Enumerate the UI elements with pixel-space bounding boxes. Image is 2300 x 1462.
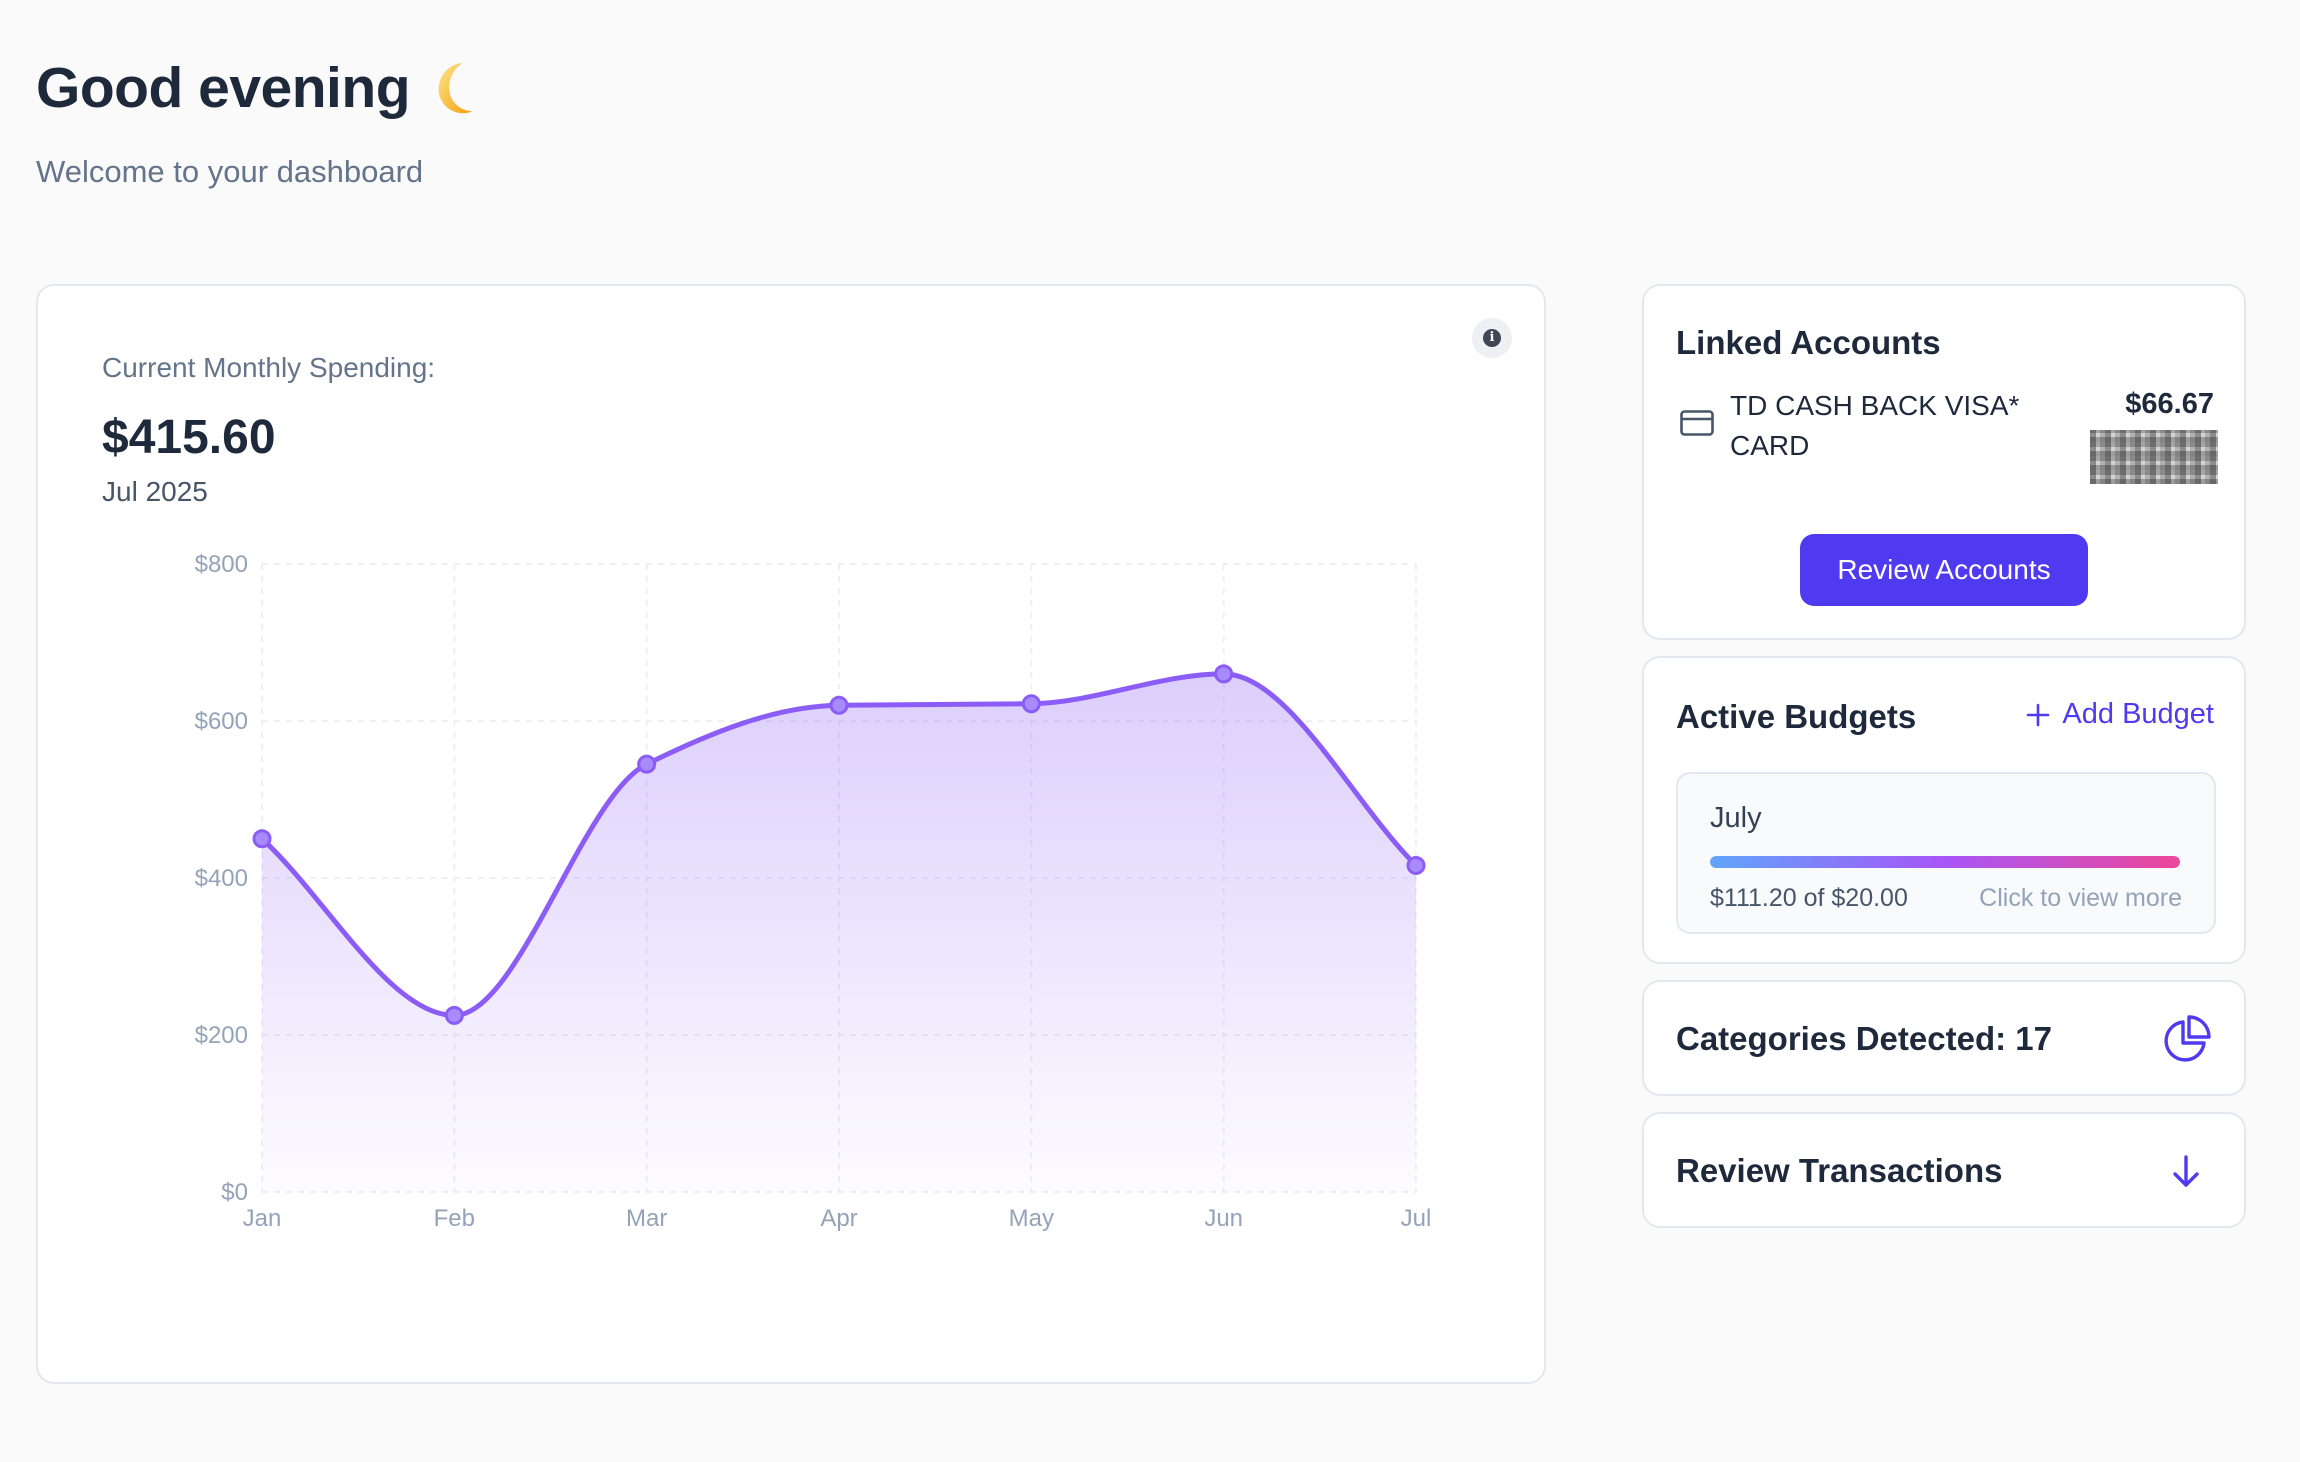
budget-view-more: Click to view more bbox=[1979, 884, 2182, 912]
add-budget-label: Add Budget bbox=[2062, 698, 2214, 730]
data-point[interactable] bbox=[1021, 694, 1041, 714]
y-tick-label: $400 bbox=[195, 865, 248, 892]
data-point[interactable] bbox=[829, 695, 849, 715]
data-point[interactable] bbox=[1406, 855, 1426, 875]
masked-account-number bbox=[2090, 430, 2218, 484]
active-budgets-title: Active Budgets bbox=[1676, 698, 1917, 735]
budget-name: July bbox=[1710, 802, 1762, 834]
dashboard-page: Good evening Welcome to your dashboard i… bbox=[0, 0, 2300, 1462]
credit-card-icon bbox=[1680, 410, 1714, 436]
review-transactions-card[interactable]: Review Transactions bbox=[1642, 1112, 2246, 1228]
x-tick-label: Jan bbox=[243, 1205, 282, 1232]
data-point[interactable] bbox=[444, 1005, 464, 1025]
active-budgets-card: Active Budgets Add Budget July $111.20 o… bbox=[1642, 656, 2246, 964]
plus-icon bbox=[2027, 703, 2050, 726]
linked-accounts-card: Linked Accounts TD CASH BACK VISA* CARD … bbox=[1642, 284, 2246, 640]
review-transactions-title: Review Transactions bbox=[1676, 1152, 2003, 1189]
x-tick-label: Mar bbox=[626, 1205, 667, 1232]
x-tick-label: Apr bbox=[820, 1205, 857, 1232]
x-tick-label: May bbox=[1009, 1205, 1054, 1232]
budget-amount: $111.20 of $20.00 bbox=[1710, 884, 1908, 912]
page-subtitle: Welcome to your dashboard bbox=[36, 154, 424, 189]
budget-item-july[interactable]: July $111.20 of $20.00 Click to view mor… bbox=[1676, 772, 2216, 934]
series-area bbox=[262, 673, 1416, 1192]
data-point[interactable] bbox=[637, 754, 657, 774]
data-point[interactable] bbox=[1214, 664, 1234, 684]
crescent-moon-icon bbox=[438, 62, 473, 114]
page-title: Good evening bbox=[36, 52, 486, 124]
greeting-header: Good evening Welcome to your dashboard bbox=[36, 52, 486, 190]
y-tick-label: $600 bbox=[195, 708, 248, 735]
arrow-down-icon bbox=[2173, 1155, 2199, 1187]
y-tick-label: $0 bbox=[221, 1179, 248, 1206]
account-name: TD CASH BACK VISA* CARD bbox=[1730, 390, 2020, 461]
greeting-title: Good evening bbox=[36, 56, 411, 120]
add-budget-button[interactable]: Add Budget bbox=[2026, 698, 2214, 731]
review-accounts-button[interactable]: Review Accounts bbox=[1800, 534, 2088, 606]
x-tick-label: Jun bbox=[1204, 1205, 1243, 1232]
linked-accounts-title: Linked Accounts bbox=[1676, 324, 1941, 361]
x-tick-label: Feb bbox=[434, 1205, 475, 1232]
account-balance: $66.67 bbox=[2125, 388, 2214, 420]
categories-detected-card[interactable]: Categories Detected: 17 bbox=[1642, 980, 2246, 1096]
spending-chart: $0 $200 $400 $600 $800 Jan Feb Mar Apr May Jun Jul bbox=[195, 551, 1432, 1232]
y-tick-label: $800 bbox=[195, 551, 248, 578]
y-tick-label: $200 bbox=[195, 1022, 248, 1049]
pie-chart-icon bbox=[2164, 1015, 2211, 1062]
budget-progress-fill bbox=[1710, 856, 2180, 868]
budget-progress-bar bbox=[1710, 856, 2180, 868]
x-tick-label: Jul bbox=[1401, 1205, 1432, 1232]
data-point[interactable] bbox=[252, 829, 272, 849]
categories-detected-title: Categories Detected: 17 bbox=[1676, 1020, 2052, 1057]
spending-chart-card: i Current Monthly Spending: $415.60 Jul … bbox=[36, 284, 1546, 1384]
